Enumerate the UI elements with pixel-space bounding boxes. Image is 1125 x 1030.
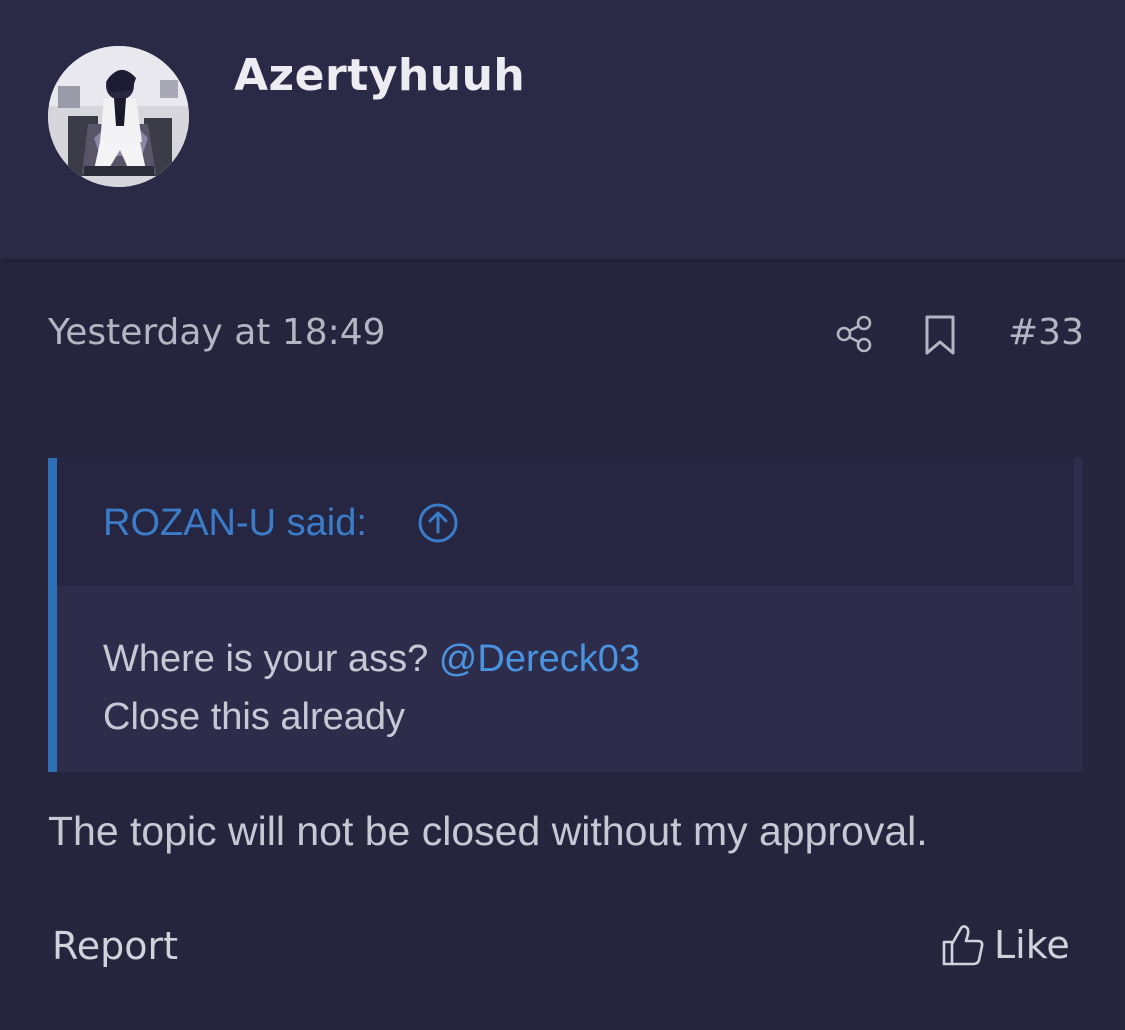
quote-content: Where is your ass? @Dereck03 Close this …: [103, 630, 640, 746]
post-header: Azertyhuuh: [0, 0, 1125, 258]
post-body: Yesterday at 18:49 #33 ROZAN-U said: Whe…: [2, 260, 1125, 1030]
bookmark-icon[interactable]: [922, 314, 958, 356]
like-button[interactable]: Like: [940, 922, 1070, 968]
user-avatar[interactable]: [48, 46, 189, 187]
arrow-up-circle-icon[interactable]: [417, 502, 459, 544]
quote-header: ROZAN-U said:: [57, 458, 1074, 586]
like-label: Like: [994, 923, 1070, 967]
post-number[interactable]: #33: [1008, 312, 1084, 353]
quote-block: ROZAN-U said: Where is your ass? @Dereck…: [48, 458, 1083, 772]
author-username[interactable]: Azertyhuuh: [234, 50, 525, 101]
user-mention-link[interactable]: @Dereck03: [439, 638, 640, 680]
report-button[interactable]: Report: [52, 924, 178, 968]
thumbs-up-icon: [942, 925, 984, 966]
post-message: The topic will not be closed without my …: [48, 808, 928, 854]
quote-line-1: Where is your ass? @Dereck03: [103, 630, 640, 688]
post-timestamp[interactable]: Yesterday at 18:49: [48, 312, 386, 353]
quote-line-2: Close this already: [103, 696, 406, 738]
quote-text: Where is your ass?: [103, 638, 429, 680]
avatar-image: [48, 46, 189, 187]
quote-author-link[interactable]: ROZAN-U said:: [103, 502, 367, 545]
share-icon[interactable]: [834, 314, 874, 354]
